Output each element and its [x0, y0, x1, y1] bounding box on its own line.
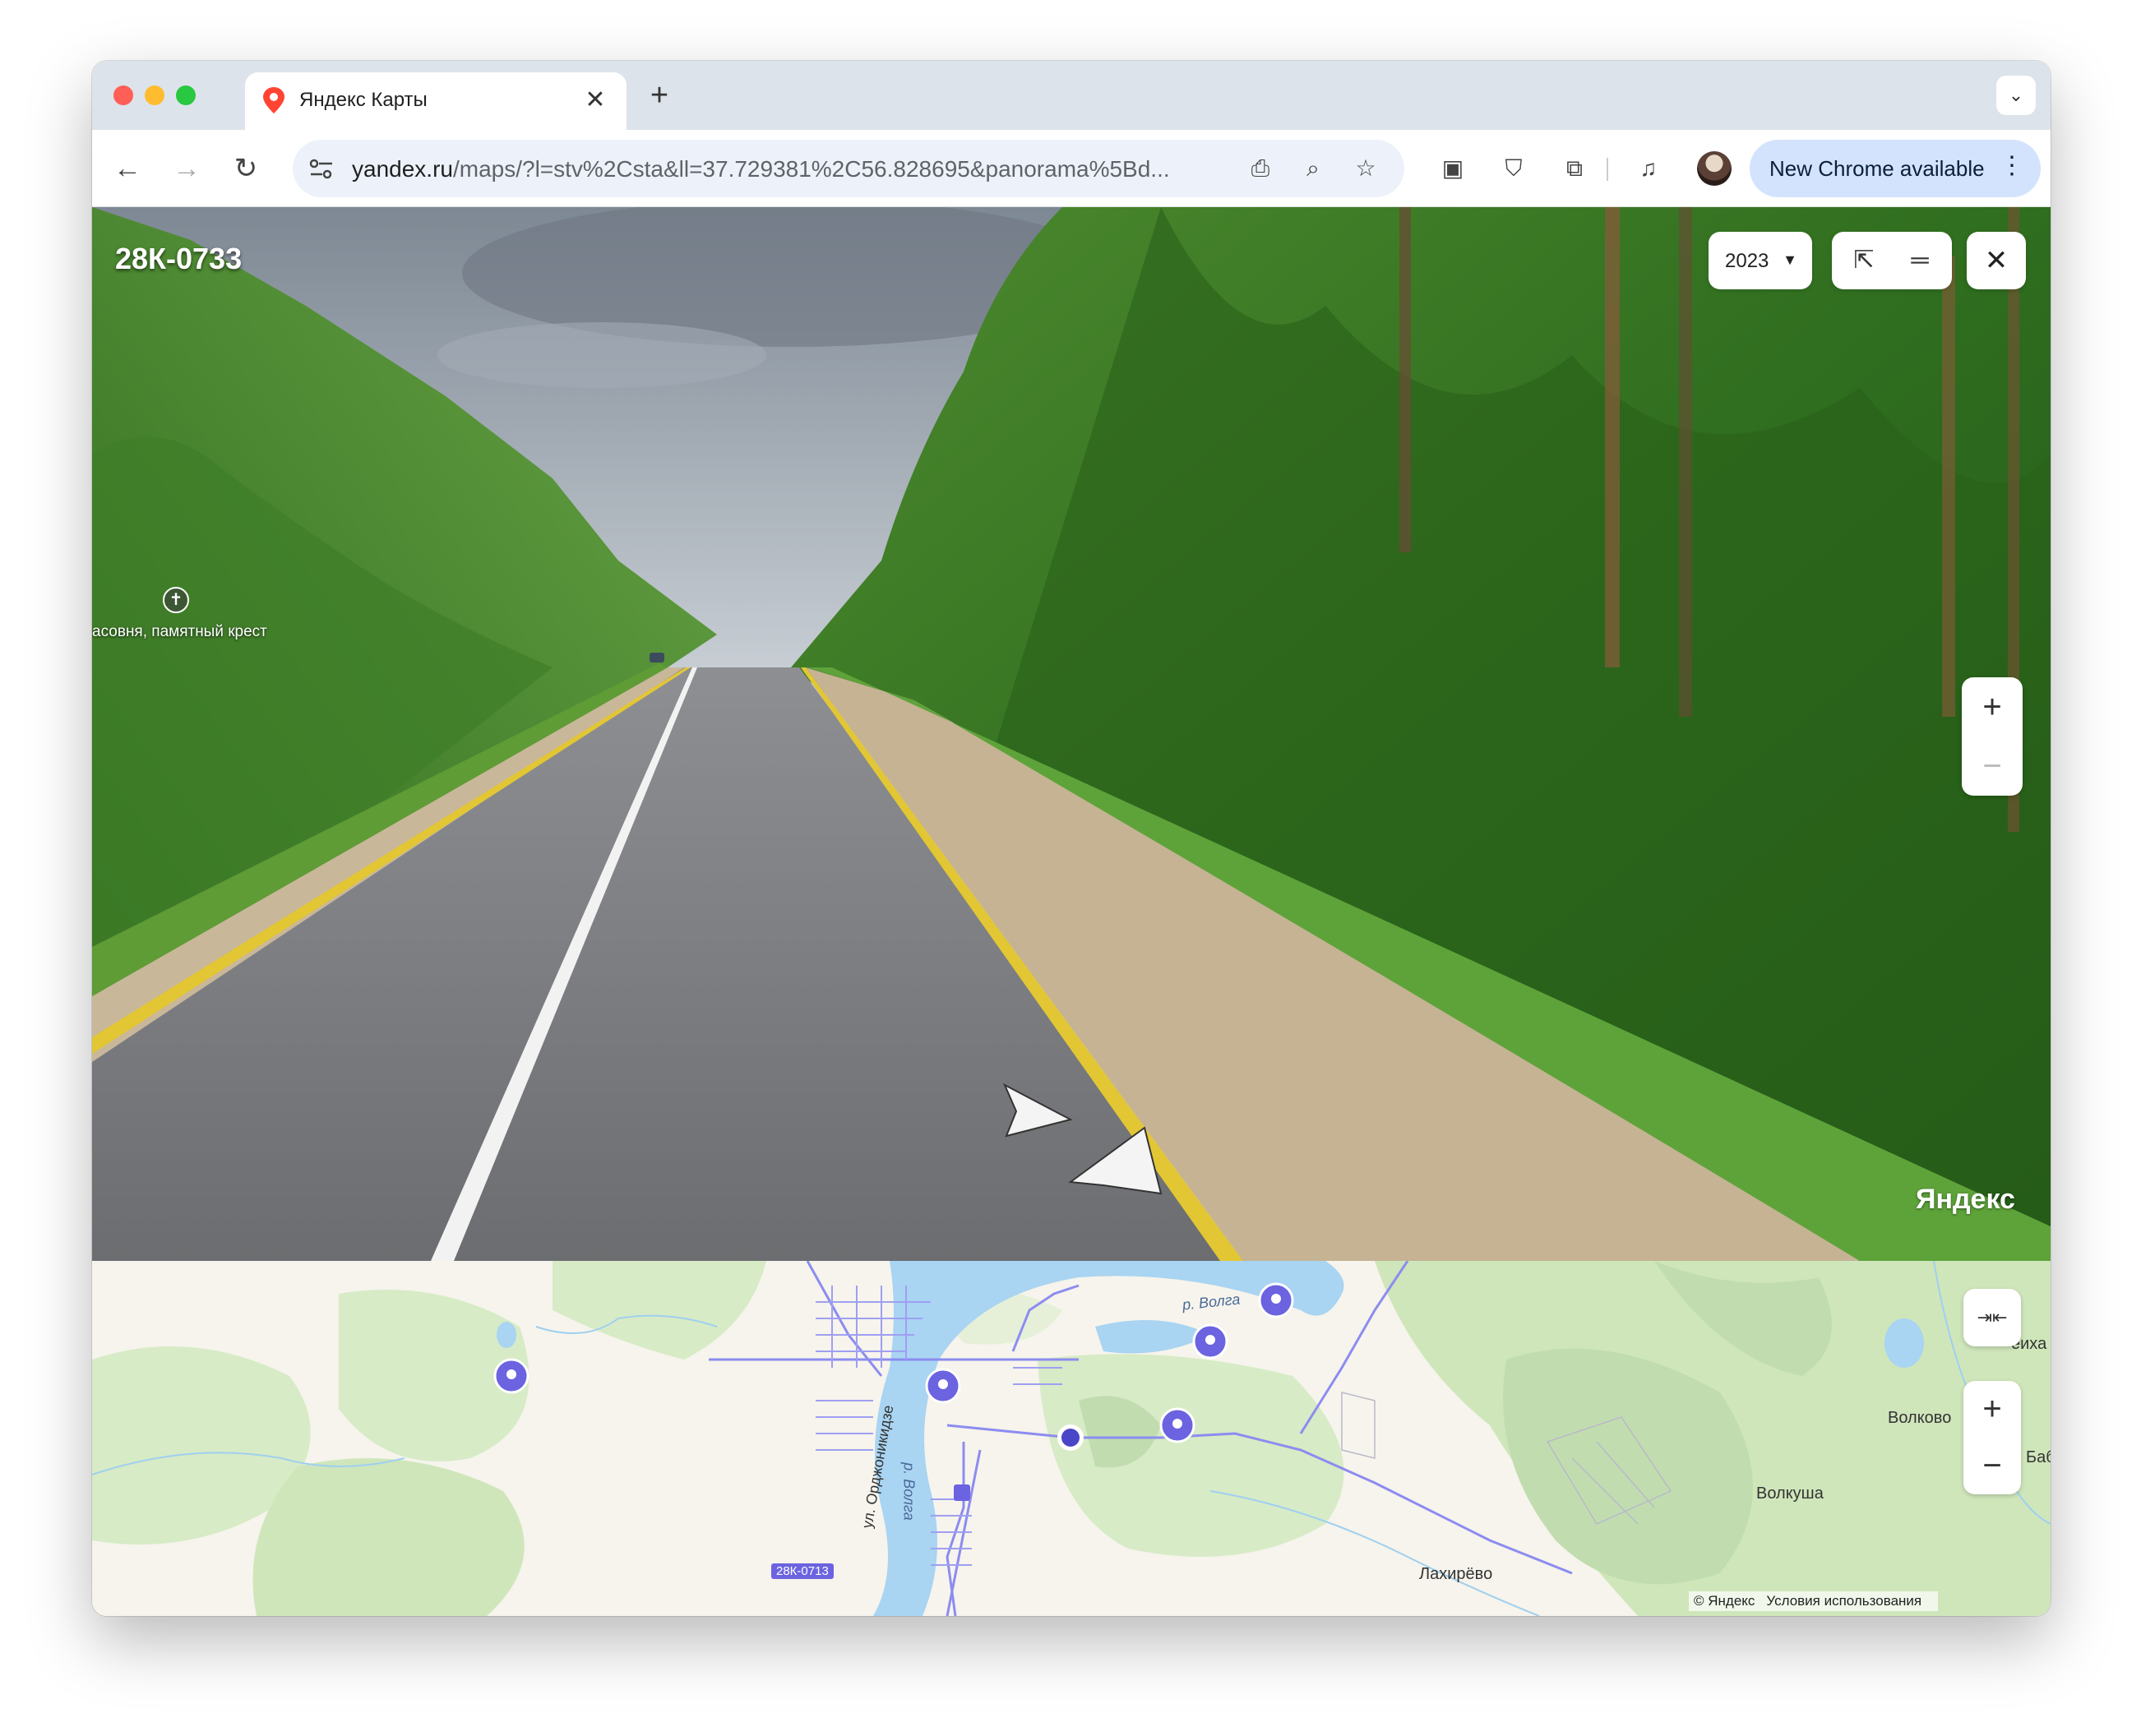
road-name-label: 28К-0733	[115, 242, 243, 275]
tab-bar: Яндекс Карты ✕ + ⌄	[92, 61, 2051, 130]
mini-map[interactable]: р. Волга р. Волга ул. Орджоникидзе Волко…	[92, 1261, 2051, 1616]
panorama-zoom-controls: + −	[1962, 677, 2023, 796]
close-window-button[interactable]	[113, 85, 133, 105]
dropdown-arrow-icon: ▼	[1783, 252, 1797, 268]
media-controls-icon[interactable]: ♫	[1630, 150, 1667, 187]
extensions-puzzle-icon[interactable]: ⧉	[1556, 150, 1593, 187]
maximize-window-button[interactable]	[176, 85, 196, 105]
tab-title: Яндекс Карты	[299, 89, 428, 111]
map-label-volkusha: Волкуша	[1756, 1484, 1824, 1503]
yandex-watermark: Яндекс	[1916, 1184, 2015, 1215]
tab-close-icon[interactable]: ✕	[579, 84, 612, 117]
chapel-poi-label[interactable]: асовня, памятный крест	[92, 623, 267, 641]
url-path: /maps/?l=stv%2Csta&ll=37.729381%2C56.828…	[452, 156, 1170, 182]
minimize-window-button[interactable]	[145, 85, 164, 105]
chapel-poi-icon[interactable]: ✝	[163, 587, 189, 613]
map-canvas	[92, 1261, 2051, 1616]
panorama-image	[92, 207, 2051, 1261]
tab-yandex-maps[interactable]: Яндекс Карты ✕	[245, 72, 627, 130]
browser-toolbar: ← → ↻ yandex.ru/maps/?l=stv%2Csta&ll=37.…	[92, 130, 2051, 207]
panorama-zoom-out-button[interactable]: −	[1962, 736, 2023, 796]
year-value: 2023	[1725, 250, 1769, 272]
install-app-icon[interactable]: ⎙	[1243, 151, 1278, 186]
tab-search-button[interactable]: ⌄	[1996, 76, 2036, 115]
panorama-zoom-in-button[interactable]: +	[1962, 677, 2023, 736]
site-settings-icon[interactable]	[309, 158, 334, 181]
map-zoom-in-button[interactable]: +	[1963, 1381, 2021, 1438]
url-text: yandex.ru/maps/?l=stv%2Csta&ll=37.729381…	[352, 156, 1170, 182]
map-label-volga-2: р. Волга	[900, 1462, 918, 1521]
url-host: yandex.ru	[352, 156, 453, 182]
map-zoom-controls: + −	[1963, 1381, 2021, 1494]
map-zoom-out-button[interactable]: −	[1963, 1438, 2021, 1494]
street-panorama[interactable]: 28К-0733 ✝ асовня, памятный крест 2023 ▼…	[92, 207, 2051, 1261]
more-menu-icon[interactable]: ⋮	[2000, 151, 2024, 180]
map-copyright[interactable]: © Яндекс	[1694, 1593, 1755, 1609]
back-button[interactable]: ←	[109, 150, 146, 187]
map-label-bab: Баб	[2026, 1448, 2051, 1466]
year-selector[interactable]: 2023 ▼	[1709, 232, 1812, 289]
extension-shield-icon[interactable]: ⛉	[1495, 150, 1533, 187]
share-external-icon[interactable]: ⇱	[1845, 242, 1883, 279]
panorama-controls: ⇱ ═	[1832, 232, 1952, 289]
collapse-map-button[interactable]: ⇥⇤	[1963, 1289, 2021, 1346]
map-label-lakhirevo: Лахирёво	[1419, 1565, 1493, 1583]
map-label-volkovo: Волково	[1888, 1409, 1952, 1427]
update-chrome-button[interactable]: New Chrome available ⋮	[1750, 140, 2041, 197]
menu-lines-icon[interactable]: ═	[1901, 242, 1939, 279]
profile-avatar[interactable]	[1697, 151, 1732, 186]
address-bar[interactable]: yandex.ru/maps/?l=stv%2Csta&ll=37.729381…	[293, 140, 1404, 197]
update-chrome-label: New Chrome available	[1769, 156, 1985, 181]
picture-in-picture-icon[interactable]: ▣	[1434, 150, 1472, 187]
map-road-shield: 28К-0713	[771, 1563, 834, 1579]
zoom-icon[interactable]: ⌕	[1296, 151, 1330, 186]
browser-window: Яндекс Карты ✕ + ⌄ ← → ↻ yandex.ru/maps/…	[92, 61, 2051, 1616]
yandex-maps-favicon-icon	[263, 87, 284, 113]
forward-button[interactable]: →	[168, 150, 206, 187]
map-attribution: © Яндекс Условия использования	[1689, 1591, 1939, 1611]
map-terms-link[interactable]: Условия использования	[1766, 1593, 1921, 1609]
reload-button[interactable]: ↻	[227, 150, 265, 187]
close-panorama-button[interactable]: ✕	[1967, 232, 2026, 289]
toolbar-divider	[1607, 158, 1608, 181]
new-tab-button[interactable]: +	[641, 77, 677, 113]
bookmark-star-icon[interactable]: ☆	[1348, 151, 1383, 186]
